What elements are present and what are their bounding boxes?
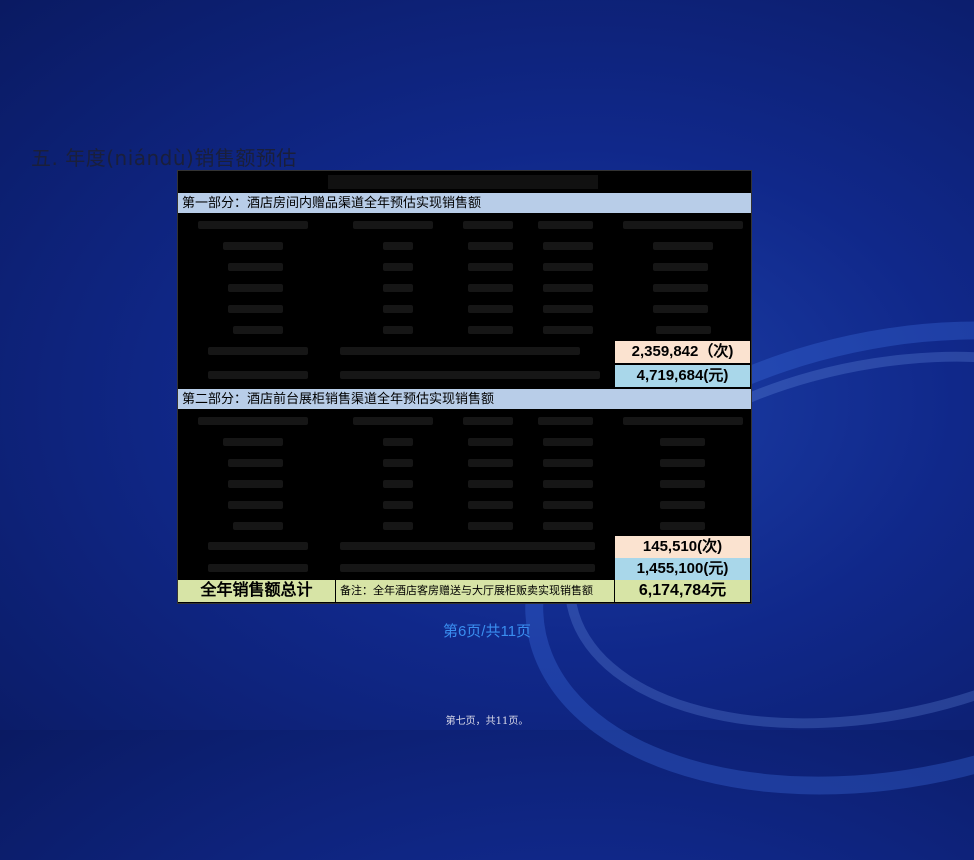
section1-data-row (178, 299, 751, 319)
table-header-row (178, 171, 751, 193)
slide-title: 五. 年度(niándù)销售额预估 (31, 146, 297, 170)
section1-header: 第一部分：酒店房间内赠品渠道全年预估实现销售额 (178, 193, 751, 213)
section1-data-row (178, 278, 751, 298)
section2-column-header-row (178, 411, 751, 431)
section2-data-row (178, 474, 751, 494)
section1-count-row: 2,359,842（次) (178, 341, 751, 364)
total-row: 全年销售额总计 备注：全年酒店客房赠送与大厅展柜贩卖实现销售额 6,174,78… (178, 580, 751, 603)
obscured-header-text (328, 175, 598, 189)
total-value: 6,174,784元 (615, 580, 750, 602)
sales-estimate-table: 第一部分：酒店房间内赠品渠道全年预估实现销售额 2,359,842（次) 4,7… (177, 170, 752, 604)
page-number: 第6页/共11页 (442, 623, 532, 640)
section2-header: 第二部分：酒店前台展柜销售渠道全年预估实现销售额 (178, 389, 751, 409)
section2-count-value: 145,510(次) (615, 536, 750, 558)
section1-column-header-row (178, 215, 751, 235)
section1-data-row (178, 257, 751, 277)
section1-amount-row: 4,719,684(元) (178, 365, 751, 388)
section2-amount-value: 1,455,100(元) (615, 558, 750, 580)
section1-count-value: 2,359,842（次) (615, 341, 750, 363)
section1-data-row (178, 320, 751, 340)
section1-data-row (178, 236, 751, 256)
section2-count-row: 145,510(次) (178, 536, 751, 559)
total-note: 备注：全年酒店客房赠送与大厅展柜贩卖实现销售额 (336, 580, 614, 602)
total-label: 全年销售额总计 (178, 580, 335, 602)
section2-amount-row: 1,455,100(元) (178, 558, 751, 581)
slide-footer: 第七页，共11页。 (445, 716, 529, 727)
section2-data-row (178, 453, 751, 473)
section2-data-row (178, 432, 751, 452)
section2-data-row (178, 495, 751, 515)
section2-data-row (178, 516, 751, 536)
section1-amount-value: 4,719,684(元) (615, 365, 750, 387)
